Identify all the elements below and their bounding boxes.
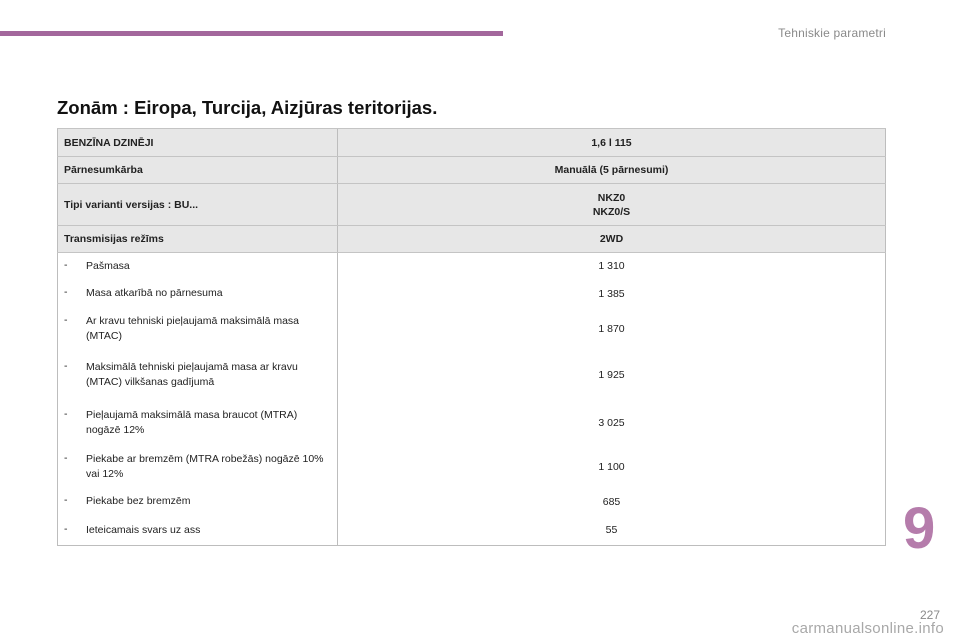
row-label: Ar kravu tehniski pieļaujamā maksimālā m…: [86, 314, 299, 342]
table-row: - Piekabe bez bremzēm 685: [57, 487, 886, 516]
top-accent-bar: [0, 31, 503, 36]
header-label: BENZĪNA DZINĒJI: [57, 128, 338, 157]
header-value: Manuālā (5 pārnesumi): [337, 156, 886, 184]
row-dash: -: [64, 494, 68, 506]
header-value: 2WD: [337, 225, 886, 253]
table-header-row: Transmisijas režīms 2WD: [57, 225, 886, 253]
row-label: Pieļaujamā maksimālā masa braucot (MTRA)…: [86, 408, 298, 436]
table-row: - Maksimālā tehniski pieļaujamā masa ar k…: [57, 349, 886, 400]
table-header-row: Tipi varianti versijas : BU... NKZ0 NKZ0…: [57, 183, 886, 226]
row-value: 1 925: [337, 349, 886, 400]
row-dash: -: [64, 522, 68, 535]
row-label: Ieteicamais svars uz ass: [86, 523, 201, 536]
table-row: - Piekabe ar bremzēm (MTRA robežās) nogāz…: [57, 445, 886, 488]
row-value: 1 385: [337, 279, 886, 308]
row-label: Maksimālā tehniski pieļaujamā masa ar kr…: [86, 360, 298, 388]
row-value: 1 310: [337, 252, 886, 280]
header-label: Pārnesumkārba: [57, 156, 338, 184]
row-dash: -: [64, 451, 68, 464]
row-value: 1 870: [337, 307, 886, 350]
table-row: - Ieteicamais svars uz ass 55: [57, 515, 886, 546]
row-dash: -: [64, 258, 68, 271]
spec-table: BENZĪNA DZINĒJI 1,6 l 115 Pārnesumkārba …: [57, 128, 886, 546]
row-label: Masa atkarībā no pārnesuma: [86, 287, 223, 299]
page-title: Zonām : Eiropa, Turcija, Aizjūras terito…: [57, 97, 438, 118]
chapter-number: 9: [903, 496, 936, 561]
header-label: Transmisijas režīms: [57, 225, 338, 253]
row-value: 55: [337, 515, 886, 546]
header-value: 1,6 l 115: [337, 128, 886, 157]
watermark-text: carmanualsonline.info: [791, 620, 944, 637]
table-row: - Pašmasa 1 310: [57, 252, 886, 280]
row-dash: -: [64, 286, 68, 298]
header-value: NKZ0 NKZ0/S: [337, 183, 886, 226]
row-label: Piekabe ar bremzēm (MTRA robežās) nogāzē…: [86, 452, 324, 480]
row-value: 1 100: [337, 445, 886, 488]
table-row: - Masa atkarībā no pārnesuma 1 385: [57, 279, 886, 308]
row-label: Piekabe bez bremzēm: [86, 495, 191, 507]
header-label: Tipi varianti versijas : BU...: [57, 183, 338, 226]
row-value: 685: [337, 487, 886, 516]
row-label: Pašmasa: [86, 259, 130, 272]
table-row: - Pieļaujamā maksimālā masa braucot (MTRA…: [57, 399, 886, 446]
row-dash: -: [64, 407, 68, 420]
section-title: Tehniskie parametri: [778, 26, 886, 40]
table-header-row: Pārnesumkārba Manuālā (5 pārnesumi): [57, 156, 886, 184]
row-value: 3 025: [337, 399, 886, 446]
table-header-row: BENZĪNA DZINĒJI 1,6 l 115: [57, 128, 886, 157]
row-dash: -: [64, 313, 68, 326]
row-dash: -: [64, 359, 68, 372]
table-row: - Ar kravu tehniski pieļaujamā maksimālā …: [57, 307, 886, 350]
